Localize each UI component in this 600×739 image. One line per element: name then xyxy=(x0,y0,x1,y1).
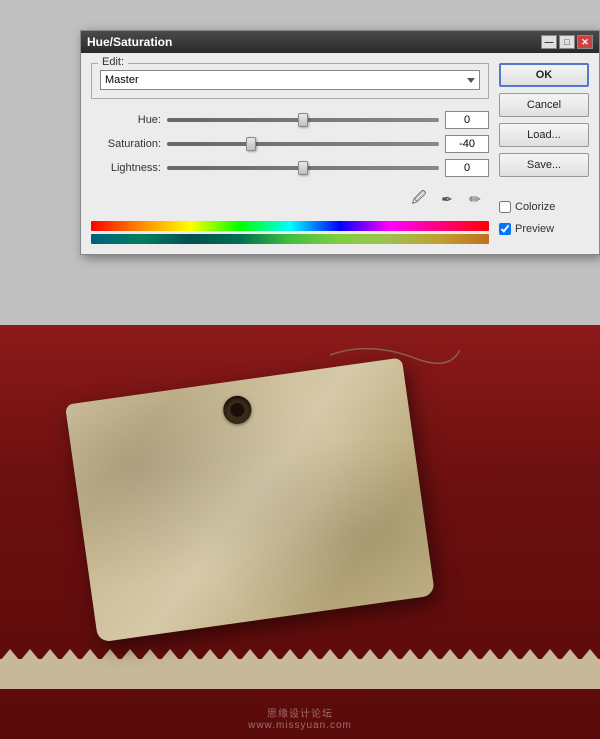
maximize-button[interactable]: □ xyxy=(559,35,575,49)
edit-group-legend: Edit: xyxy=(98,56,128,68)
saturation-label: Saturation: xyxy=(91,138,161,150)
saturation-slider[interactable] xyxy=(167,142,439,146)
ok-button[interactable]: OK xyxy=(499,63,589,87)
eyedropper-plus-button[interactable]: ✒ xyxy=(437,189,457,209)
sliders-section: Hue: Saturation: Lightness: xyxy=(91,107,489,181)
dialog-left-panel: Edit: Master Reds Yellows Greens Cyans B… xyxy=(91,63,489,244)
hue-slider[interactable] xyxy=(167,118,439,122)
edit-group: Edit: Master Reds Yellows Greens Cyans B… xyxy=(91,63,489,99)
hue-slider-container xyxy=(167,118,439,122)
dialog-titlebar: Hue/Saturation — □ ✕ xyxy=(81,31,599,53)
hue-saturation-dialog: Hue/Saturation — □ ✕ Edit: Master Reds Y… xyxy=(80,30,600,255)
dialog-title: Hue/Saturation xyxy=(87,35,172,49)
saturation-row: Saturation: xyxy=(91,135,489,153)
paper-tag xyxy=(60,350,440,630)
save-button[interactable]: Save... xyxy=(499,153,589,177)
load-button[interactable]: Load... xyxy=(499,123,589,147)
watermark-area: 思缘设计论坛 www.missyuan.com xyxy=(0,705,600,731)
dialog-body: Edit: Master Reds Yellows Greens Cyans B… xyxy=(81,53,599,254)
lightness-slider-container xyxy=(167,166,439,170)
hue-label: Hue: xyxy=(91,114,161,126)
colorize-label[interactable]: Colorize xyxy=(515,201,555,213)
colorize-checkbox[interactable] xyxy=(499,201,511,213)
watermark-line2: www.missyuan.com xyxy=(248,720,352,731)
color-bar-original xyxy=(91,221,489,231)
preview-label[interactable]: Preview xyxy=(515,223,554,235)
lightness-value-input[interactable] xyxy=(445,159,489,177)
dialog-right-panel: OK Cancel Load... Save... Colorize Previ… xyxy=(499,63,589,244)
tag-string xyxy=(210,330,460,430)
hue-row: Hue: xyxy=(91,111,489,129)
minimize-button[interactable]: — xyxy=(541,35,557,49)
preview-checkbox[interactable] xyxy=(499,223,511,235)
color-bars xyxy=(91,221,489,244)
lightness-label: Lightness: xyxy=(91,162,161,174)
saturation-slider-container xyxy=(167,142,439,146)
preview-row: Preview xyxy=(499,223,589,235)
lightness-row: Lightness: xyxy=(91,159,489,177)
edit-row: Master Reds Yellows Greens Cyans Blues M… xyxy=(100,70,480,90)
close-button[interactable]: ✕ xyxy=(577,35,593,49)
bottom-strip xyxy=(0,659,600,689)
edit-select[interactable]: Master Reds Yellows Greens Cyans Blues M… xyxy=(100,70,480,90)
lightness-slider[interactable] xyxy=(167,166,439,170)
eyedropper-row: 🖉 ✒ ✏ xyxy=(91,189,489,209)
hue-value-input[interactable] xyxy=(445,111,489,129)
eyedropper-button[interactable]: 🖉 xyxy=(409,189,429,209)
saturation-value-input[interactable] xyxy=(445,135,489,153)
cancel-button[interactable]: Cancel xyxy=(499,93,589,117)
eyedropper-minus-button[interactable]: ✏ xyxy=(465,189,485,209)
color-bar-adjusted xyxy=(91,234,489,244)
titlebar-controls: — □ ✕ xyxy=(541,35,593,49)
colorize-row: Colorize xyxy=(499,201,589,213)
watermark-line1: 思缘设计论坛 xyxy=(267,709,333,720)
